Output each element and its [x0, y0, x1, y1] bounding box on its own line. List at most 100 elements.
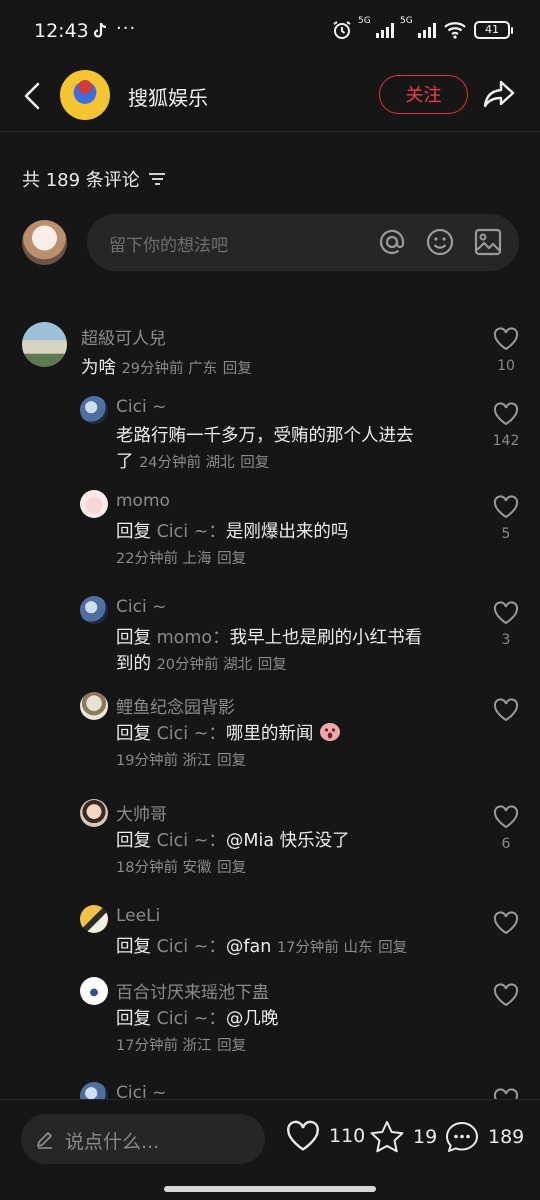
- reply-button[interactable]: 回复: [223, 361, 252, 377]
- at-icon[interactable]: [377, 227, 407, 257]
- comment-text-continued: 到的: [116, 654, 151, 674]
- reply-target[interactable]: Cici ~：: [157, 522, 226, 542]
- heart-icon[interactable]: [493, 327, 519, 351]
- tiktok-icon: [93, 22, 107, 38]
- commenter-name[interactable]: 大帅哥: [116, 800, 167, 825]
- comment-body: 回复 Cici ~：哪里的新闻 19分钟前 浙江 回复: [116, 721, 466, 774]
- reply-label: 回复: [116, 1009, 151, 1029]
- reply-target[interactable]: momo：: [157, 628, 230, 648]
- like-action[interactable]: 110: [285, 1120, 365, 1152]
- heart-icon[interactable]: [493, 402, 519, 426]
- favorite-total: 19: [413, 1126, 438, 1148]
- reply-label: 回复: [116, 831, 151, 851]
- comment-total: 189: [488, 1126, 525, 1148]
- commenter-name[interactable]: momo: [116, 491, 170, 511]
- commenter-name[interactable]: Cici ~: [116, 397, 166, 417]
- heart-icon[interactable]: [285, 1120, 321, 1152]
- comment-input-placeholder: 留下你的想法吧: [109, 236, 228, 256]
- comment-meta: 17分钟前 山东: [276, 940, 373, 956]
- comment-text: 是刚爆出来的吗: [225, 522, 349, 542]
- commenter-name[interactable]: 鲤鱼纪念园背影: [116, 693, 235, 718]
- heart-icon[interactable]: [493, 1088, 519, 1099]
- commenter-name[interactable]: Cici ~: [116, 1083, 166, 1099]
- commenter-avatar[interactable]: [80, 799, 108, 827]
- heart-icon[interactable]: [493, 495, 519, 519]
- comment-icon[interactable]: [444, 1120, 480, 1154]
- like-total: 110: [329, 1125, 366, 1147]
- reply-target[interactable]: Cici ~：: [157, 937, 226, 957]
- channel-name[interactable]: 搜狐娱乐: [128, 82, 208, 111]
- commenter-avatar[interactable]: [80, 596, 108, 624]
- comment-meta: 20分钟前 湖北: [156, 657, 253, 673]
- star-icon[interactable]: [369, 1120, 405, 1154]
- reply-target[interactable]: Cici ~：: [157, 1009, 226, 1029]
- share-icon[interactable]: [482, 78, 516, 110]
- reply-button[interactable]: 回复: [258, 657, 287, 673]
- comment-body: 老路行贿一千多万，受贿的那个人进去 了 24分钟前 湖北 回复: [116, 423, 466, 476]
- comment-meta: 24分钟前 湖北: [139, 455, 235, 471]
- commenter-name[interactable]: 百合讨厌来瑶池下蛊: [116, 978, 269, 1003]
- like-count: 5: [501, 526, 511, 542]
- commenter-avatar[interactable]: [80, 977, 108, 1005]
- reply-button[interactable]: 回复: [217, 1038, 246, 1054]
- sort-icon[interactable]: [148, 171, 166, 187]
- home-indicator[interactable]: [164, 1186, 376, 1192]
- comment-meta: 29分钟前 广东: [121, 361, 218, 377]
- like-count: 10: [497, 358, 515, 374]
- comment-meta: 18分钟前 安徽: [116, 860, 212, 876]
- battery-indicator: 41: [474, 21, 513, 39]
- reply-item: Cici ~: [0, 1080, 540, 1099]
- comment-text: @几晚: [225, 1009, 279, 1029]
- heart-icon[interactable]: [493, 983, 519, 1007]
- comment-body: 回复 Cici ~：@Mia 快乐没了 18分钟前 安徽 回复: [116, 828, 466, 881]
- comment-text: 我早上也是刷的小红书看: [229, 628, 423, 648]
- emoji-icon[interactable]: [425, 227, 455, 257]
- comment-meta: 19分钟前 浙江: [116, 753, 212, 769]
- commenter-name[interactable]: Cici ~: [116, 597, 166, 617]
- comment-text: 老路行贿一千多万，受贿的那个人进去: [116, 426, 414, 446]
- bottom-action-bar: 说点什么... 110 19 189: [0, 1099, 540, 1200]
- back-arrow-icon[interactable]: [20, 80, 44, 112]
- shocked-emoji-icon: [319, 723, 340, 741]
- user-avatar[interactable]: [22, 220, 67, 265]
- commenter-avatar[interactable]: [80, 692, 108, 720]
- reply-label: 回复: [116, 522, 151, 542]
- reply-button[interactable]: 回复: [240, 455, 269, 471]
- commenter-name[interactable]: LeeLi: [116, 906, 160, 926]
- favorite-action[interactable]: 19: [369, 1120, 437, 1154]
- alarm-icon: [333, 21, 351, 39]
- commenter-avatar[interactable]: [80, 1082, 108, 1099]
- reply-button[interactable]: 回复: [217, 551, 246, 567]
- commenter-name[interactable]: 超級可人兒: [81, 324, 166, 349]
- comment-action[interactable]: 189: [444, 1120, 524, 1154]
- heart-icon[interactable]: [493, 601, 519, 625]
- pen-icon: [37, 1132, 52, 1149]
- commenter-avatar[interactable]: [80, 396, 108, 424]
- comment-count-row: 共 189 条评论: [22, 166, 166, 192]
- reply-button[interactable]: 回复: [378, 940, 407, 956]
- commenter-avatar[interactable]: [80, 490, 108, 518]
- more-notifications-icon: ···: [116, 18, 137, 39]
- reply-button[interactable]: 回复: [217, 860, 246, 876]
- comment-body: 回复 Cici ~：@几晚 17分钟前 浙江 回复: [116, 1006, 466, 1059]
- channel-avatar[interactable]: [60, 70, 110, 120]
- reply-target[interactable]: Cici ~：: [157, 831, 226, 851]
- heart-icon[interactable]: [493, 698, 519, 722]
- reply-button[interactable]: 回复: [217, 753, 246, 769]
- comment-text: @fan: [225, 937, 272, 957]
- top-nav: 搜狐娱乐 关注: [0, 62, 540, 132]
- reply-label: 回复: [116, 628, 151, 648]
- comment-input[interactable]: 留下你的想法吧: [87, 214, 519, 271]
- say-something-placeholder: 说点什么...: [65, 1131, 160, 1153]
- like-count: 6: [501, 836, 511, 852]
- like-count: 3: [501, 632, 511, 648]
- commenter-avatar[interactable]: [80, 905, 108, 933]
- reply-target[interactable]: Cici ~：: [157, 724, 226, 744]
- image-icon[interactable]: [473, 227, 503, 257]
- heart-icon[interactable]: [493, 805, 519, 829]
- commenter-avatar[interactable]: [22, 322, 67, 367]
- follow-button[interactable]: 关注: [379, 75, 468, 114]
- say-something-input[interactable]: 说点什么...: [21, 1114, 265, 1164]
- heart-icon[interactable]: [493, 911, 519, 935]
- comment-text-continued: 了: [116, 452, 134, 472]
